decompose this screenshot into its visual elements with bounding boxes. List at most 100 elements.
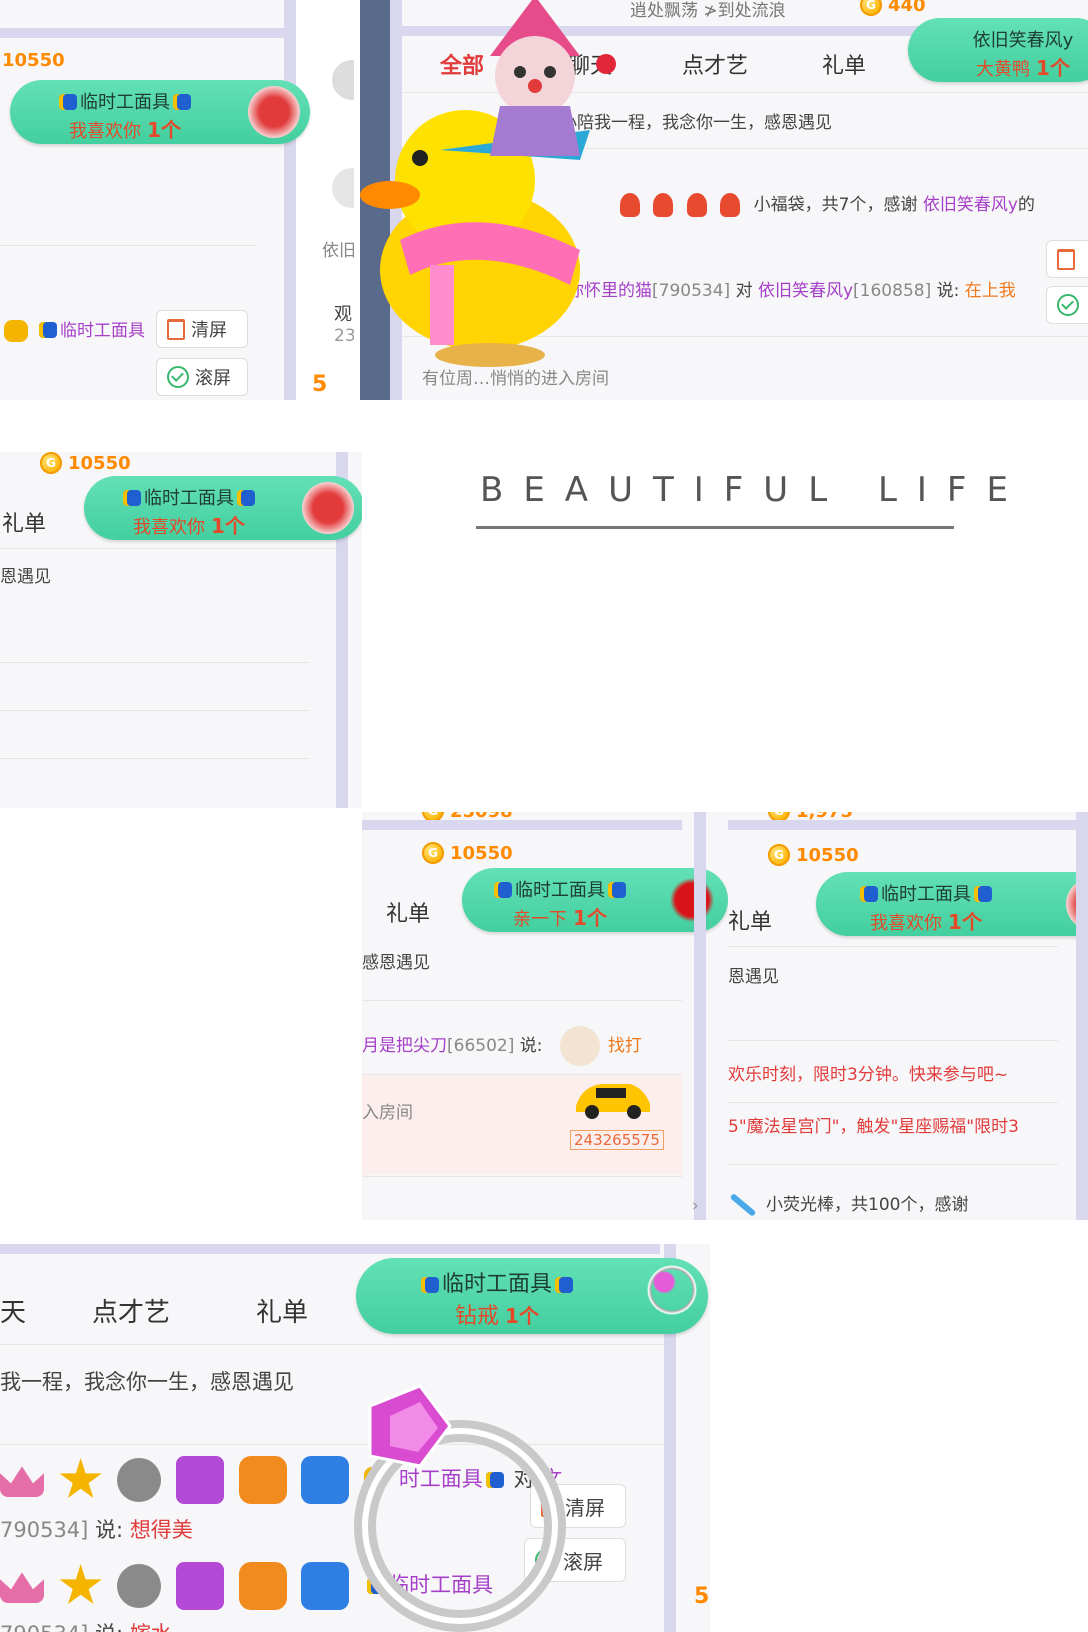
gift-notification: 临时工面具 我喜欢你 1个: [84, 476, 362, 540]
gift-count: 1个: [505, 1304, 539, 1328]
coin-icon: G: [860, 0, 882, 16]
gift-count: 1个: [948, 910, 982, 934]
event-notice: 欢乐时刻，限时3分钟。快来参与吧~: [728, 1065, 1009, 1085]
panel-top-border: [0, 28, 290, 38]
chat-panel-3: G 10550 礼单 临时工面具 我喜欢你 1个 恩遇见: [0, 452, 362, 808]
top-status-text: 逍处飘荡 ≯到处流浪: [630, 1, 786, 21]
room-notice: 我一程，我念你一生，感恩遇见: [0, 1370, 294, 1394]
crown-icon: [0, 1572, 44, 1603]
trash-icon: [167, 318, 185, 340]
gift-name: 我喜欢你: [133, 517, 206, 538]
clown-character-icon: [490, 0, 580, 156]
purple-star-badge-icon: [176, 1456, 225, 1504]
tab-gift-list[interactable]: 礼单: [822, 48, 866, 80]
gift-notification: 临时工面具 我喜欢你 1个: [816, 872, 1088, 936]
lucky-bag-icon: [653, 193, 674, 217]
title-underline: [476, 526, 954, 529]
clear-screen-button[interactable]: [1046, 240, 1088, 278]
check-circle-icon: [167, 366, 189, 388]
chat-sender[interactable]: 月是把尖刀: [362, 1036, 447, 1056]
coin-icon: G: [768, 844, 790, 866]
chat-panel-4: G25098 G10550 礼单 临时工面具 亲一下1个 感恩遇见 月是把尖刀[…: [362, 812, 728, 1220]
tab-gift-list[interactable]: 礼单: [728, 904, 772, 936]
gift-count: 1个: [211, 514, 245, 538]
coin-icon: G: [422, 842, 444, 864]
room-notice: 恩遇见: [728, 967, 779, 987]
gift-name: 大黄鸭: [976, 59, 1031, 80]
gold-hand-badge-icon: [238, 1456, 287, 1504]
tab-gift-list[interactable]: 礼单: [256, 1292, 308, 1329]
gift-bear-icon: [302, 482, 354, 534]
chat-panel-1: 10550 临时工面具 我喜欢你 1个 依旧 观 23 临时工面具 清屏 滚屏 5: [0, 0, 354, 400]
mask-icon: [59, 94, 77, 110]
yellow-car-icon: [576, 1084, 650, 1119]
lucky-bag-icon: [720, 193, 741, 217]
side-number: 23: [334, 326, 354, 346]
crown-icon: [0, 1466, 44, 1497]
tab-talent[interactable]: 点才艺: [682, 48, 748, 80]
lips-icon: [666, 874, 718, 926]
chat-panel-2: 逍处飘荡 ≯到处流浪 G 440 全部 聊天 点才艺 礼单 依旧笑春风y 大黄鸭 1…: [360, 0, 1088, 400]
scroll-screen-button[interactable]: 滚屏: [156, 358, 248, 396]
chat-target[interactable]: 依旧笑春风y: [758, 281, 853, 301]
chat-message: 790534] 说: 嫁水: [0, 1618, 172, 1632]
scroll-screen-button[interactable]: [1046, 286, 1088, 324]
side-user-name: 依旧: [322, 241, 354, 261]
purple-star-badge-icon: [176, 1562, 225, 1610]
tab-chat[interactable]: 天: [0, 1292, 26, 1329]
coin-icon: G: [40, 452, 62, 474]
lucky-bag-line: 小福袋，共7个，感谢 依旧笑春风y的: [620, 190, 1035, 217]
mask-icon: [123, 490, 141, 506]
enter-room-text: 入房间: [362, 1103, 413, 1123]
room-notice: 感恩遇见: [362, 953, 430, 973]
gift-name: 亲一下: [513, 909, 568, 930]
trash-icon: [1057, 248, 1075, 270]
coin-balance: G 10550: [768, 844, 859, 866]
star-level-icon: [59, 1564, 102, 1605]
room-notice: 恩遇见: [0, 567, 51, 587]
coin-balance: 10550: [2, 50, 65, 71]
gift-sender: 临时工面具: [80, 92, 170, 113]
gift-sender: 临时工面具: [515, 880, 605, 901]
gift-count: 1个: [573, 906, 607, 930]
mask-icon: [420, 1277, 439, 1293]
mask-icon: [974, 886, 992, 902]
lucky-bag-icon: [620, 193, 640, 217]
chat-message: 月是把尖刀[66502] 说: 找打: [362, 1026, 642, 1066]
guard-badge-icon: [117, 1564, 162, 1608]
car-number: 243265575: [570, 1130, 664, 1150]
coin-balance: G 10550: [40, 452, 131, 474]
tab-gift-list[interactable]: 礼单: [2, 506, 46, 538]
check-circle-icon: [1057, 294, 1079, 316]
lucky-bag-icon: [686, 193, 707, 217]
mask-icon: [39, 322, 57, 338]
coin-balance: G 440: [860, 0, 926, 16]
chat-panel-6: 天 点才艺 礼单 临时工面具 钻戒 1个 我一程，我念你一生，感恩遇见 时工面具 …: [0, 1244, 710, 1632]
corner-number: 5: [694, 1584, 710, 1609]
mask-icon: [237, 490, 255, 506]
star-level-icon: [59, 1458, 102, 1499]
gift-sender: 临时工面具: [881, 884, 971, 905]
event-notice: 5"魔法星宫门"，触发"星座赐福"限时3: [728, 1117, 1019, 1137]
gift-sender: 依旧笑春风y: [972, 30, 1074, 51]
gift-sender: 临时工面具: [441, 1272, 552, 1297]
admin-badge: [4, 320, 28, 342]
gift-notification: 临时工面具 钻戒 1个: [356, 1258, 708, 1334]
coin-balance: G 10550: [422, 842, 513, 864]
gift-notification: 临时工面具 我喜欢你 1个: [10, 80, 310, 144]
gift-name: 钻戒: [455, 1304, 500, 1329]
red-ball-icon: [596, 54, 616, 74]
gift-name: 我喜欢你: [870, 913, 943, 934]
page-title: BEAUTIFUL LIFE: [480, 470, 1028, 510]
tab-gift-list[interactable]: 礼单: [386, 896, 430, 928]
gift-notification: 临时工面具 亲一下 1个: [462, 868, 728, 932]
clear-screen-button[interactable]: 清屏: [156, 310, 248, 348]
glow-stick-line: 小荧光棒，共100个，感谢: [728, 1190, 968, 1217]
diamond-ring-gift-icon: [354, 1384, 566, 1632]
tab-talent[interactable]: 点才艺: [92, 1292, 170, 1329]
mask-icon: [555, 1277, 573, 1293]
chat-message: 790534] 说: 想得美: [0, 1518, 193, 1542]
gift-count: 1个: [147, 118, 181, 142]
mask-icon: [173, 94, 191, 110]
chevron-right-icon[interactable]: ›: [692, 1196, 699, 1216]
